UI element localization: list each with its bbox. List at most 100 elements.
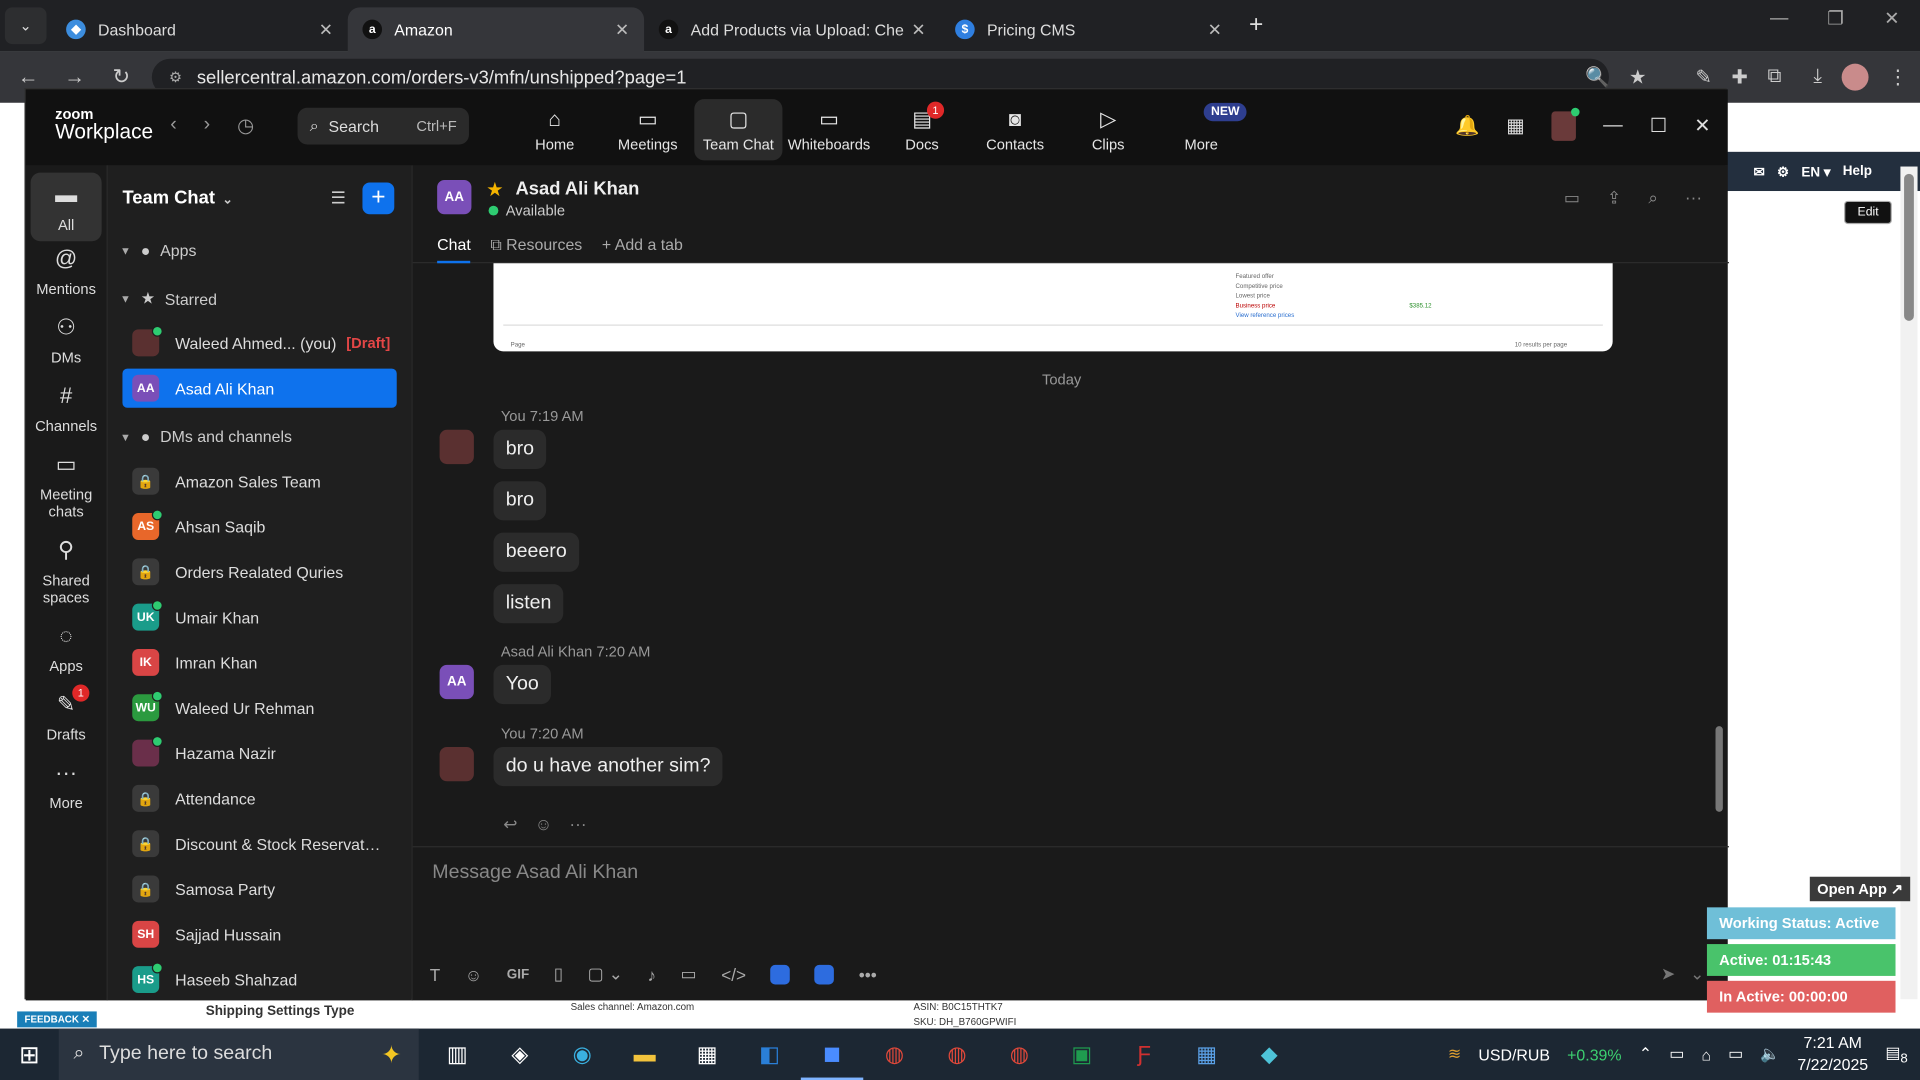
kebab-menu-icon[interactable]: ⋮: [1888, 65, 1908, 89]
new-chat-button[interactable]: +: [362, 182, 395, 215]
chat-item[interactable]: 🔒 Attendance: [122, 779, 396, 818]
minimize-icon[interactable]: —: [1751, 7, 1807, 29]
new-tab-button[interactable]: +: [1249, 11, 1263, 39]
search-icon[interactable]: ⌕: [1648, 187, 1658, 208]
network-icon[interactable]: ⌂: [1701, 1045, 1711, 1063]
chevron-up-icon[interactable]: ⌃: [1639, 1044, 1652, 1064]
extension-icon[interactable]: ✚: [1732, 65, 1748, 89]
chat-item[interactable]: 🔒 Orders Realated Quries: [122, 552, 396, 591]
microphone-icon[interactable]: ♪: [647, 964, 656, 984]
message-bubble[interactable]: bro: [493, 481, 547, 521]
bell-icon[interactable]: 🔔: [1455, 114, 1479, 138]
section-dms[interactable]: ▼ ● DMs and channels: [120, 427, 292, 445]
avatar[interactable]: [439, 746, 474, 782]
taskbar-search[interactable]: ⌕ Type here to search ✦: [58, 1028, 419, 1080]
screenshot-icon[interactable]: ▢ ⌄: [588, 964, 623, 985]
back-icon[interactable]: ←: [5, 65, 52, 89]
rail-apps[interactable]: ◌ Apps: [31, 623, 102, 675]
chrome-icon[interactable]: ◍: [863, 1029, 925, 1080]
site-info-icon[interactable]: ⚙: [169, 69, 182, 86]
filter-icon[interactable]: ☰: [331, 187, 346, 208]
chat-item[interactable]: 🔒 Discount & Stock Reservatio...: [122, 824, 396, 863]
chevron-down-icon[interactable]: ⌄: [1690, 964, 1704, 985]
puzzle-icon[interactable]: ⧉: [1768, 66, 1782, 88]
profile-avatar[interactable]: [1841, 63, 1869, 91]
chat-item[interactable]: AS Ahsan Saqib: [122, 507, 396, 546]
close-icon[interactable]: ✕: [1694, 114, 1710, 138]
bookmark-star-icon[interactable]: ★: [1629, 65, 1647, 89]
code-icon[interactable]: </>: [721, 964, 746, 984]
edge-icon[interactable]: ◉: [551, 1029, 613, 1080]
back-icon[interactable]: ‹: [170, 114, 177, 138]
windows-start-icon[interactable]: ⊞: [0, 1039, 59, 1070]
panel-title[interactable]: Team Chat ⌄: [122, 187, 232, 208]
menu-contacts[interactable]: ◙ Contacts: [969, 99, 1062, 160]
message-bubble[interactable]: Yoo: [493, 664, 552, 705]
close-tab-icon[interactable]: ✕: [615, 19, 629, 40]
contact-name[interactable]: Asad Ali Khan: [516, 179, 640, 200]
message-bubble[interactable]: bro: [493, 429, 547, 469]
section-apps[interactable]: ▼ ● Apps: [120, 241, 196, 259]
chrome-icon[interactable]: ◍: [988, 1029, 1050, 1080]
reply-icon[interactable]: ↩: [503, 814, 517, 835]
task-view-icon[interactable]: ▥: [426, 1029, 488, 1080]
tab-chat[interactable]: Chat: [437, 235, 471, 264]
browser-tab-dashboard[interactable]: ◆ Dashboard ✕: [51, 7, 347, 51]
notification-icon[interactable]: ▤8: [1885, 1043, 1907, 1066]
copilot-icon[interactable]: ◈: [489, 1029, 551, 1080]
send-icon[interactable]: ➤: [1661, 964, 1675, 985]
rail-channels[interactable]: # Channels: [31, 383, 102, 435]
rail-shared-spaces[interactable]: ⚲ Shared spaces: [31, 538, 102, 608]
chat-scrollbar[interactable]: [1715, 347, 1723, 825]
gear-icon[interactable]: ⚙: [1777, 163, 1789, 180]
rail-dms[interactable]: ⚇ DMs: [31, 315, 102, 367]
more-tools-icon[interactable]: •••: [859, 964, 877, 984]
star-icon[interactable]: ★: [486, 178, 504, 202]
browser-tab-pricing[interactable]: $ Pricing CMS ✕: [940, 7, 1236, 51]
chat-item[interactable]: UK Umair Khan: [122, 598, 396, 637]
tab-resources[interactable]: ⧉ Resources: [490, 235, 582, 263]
message-bubble[interactable]: do u have another sim?: [493, 746, 723, 787]
outlook-icon[interactable]: ◧: [738, 1029, 800, 1080]
share-screen-icon[interactable]: ⇪: [1607, 187, 1621, 208]
app-icon[interactable]: ◆: [1238, 1029, 1300, 1080]
gif-button[interactable]: GIF: [507, 967, 529, 982]
close-tab-icon[interactable]: ✕: [911, 19, 925, 40]
language-select[interactable]: EN ▾: [1801, 163, 1830, 180]
help-link[interactable]: Help: [1843, 164, 1872, 179]
history-icon[interactable]: ◷: [237, 114, 254, 138]
rail-more[interactable]: ··· More: [31, 760, 102, 812]
chrome-icon[interactable]: ◍: [926, 1029, 988, 1080]
chat-item[interactable]: 🔒 Samosa Party: [122, 869, 396, 908]
browser-tab-amazon[interactable]: a Amazon ✕: [347, 7, 645, 52]
section-starred[interactable]: ▼ ★ Starred: [120, 289, 217, 309]
emoji-react-icon[interactable]: ☺: [535, 814, 553, 835]
menu-clips[interactable]: ▷ Clips: [1062, 99, 1155, 160]
zoom-taskbar-icon[interactable]: ◼: [800, 1029, 864, 1080]
chat-item[interactable]: IK Imran Khan: [122, 643, 396, 682]
menu-docs[interactable]: ▤ Docs 1: [876, 99, 969, 160]
store-icon[interactable]: ▦: [676, 1029, 738, 1080]
calendar-icon[interactable]: ▦: [1506, 114, 1525, 138]
currency-pair[interactable]: USD/RUB: [1478, 1045, 1550, 1063]
zoom-icon[interactable]: 🔍: [1585, 65, 1609, 89]
menu-more[interactable]: More NEW: [1155, 99, 1248, 160]
scrollbar-thumb[interactable]: [1715, 726, 1723, 812]
close-icon[interactable]: ✕: [1864, 7, 1920, 30]
minimize-icon[interactable]: —: [1603, 115, 1623, 137]
excel-icon[interactable]: ▣: [1051, 1029, 1113, 1080]
rail-all[interactable]: ▬ All: [30, 172, 102, 242]
volume-icon[interactable]: 🔈: [1760, 1044, 1780, 1064]
display-icon[interactable]: ▭: [1669, 1044, 1684, 1064]
shared-screenshot[interactable]: Featured offer Competitive price Lowest …: [493, 263, 1613, 352]
chat-item[interactable]: HS Haseeb Shahzad: [122, 960, 396, 999]
video-call-icon[interactable]: ▭: [1564, 187, 1580, 208]
forward-icon[interactable]: →: [51, 65, 98, 89]
avatar[interactable]: AA: [439, 664, 474, 700]
composer-placeholder[interactable]: Message Asad Ali Khan: [432, 862, 638, 884]
rail-meeting-chats[interactable]: ▭ Meeting chats: [31, 452, 102, 522]
tab-add[interactable]: + Add a tab: [602, 235, 683, 263]
close-tab-icon[interactable]: ✕: [319, 19, 333, 40]
maximize-icon[interactable]: ☐: [1650, 114, 1668, 138]
restore-icon[interactable]: ❐: [1807, 7, 1863, 30]
